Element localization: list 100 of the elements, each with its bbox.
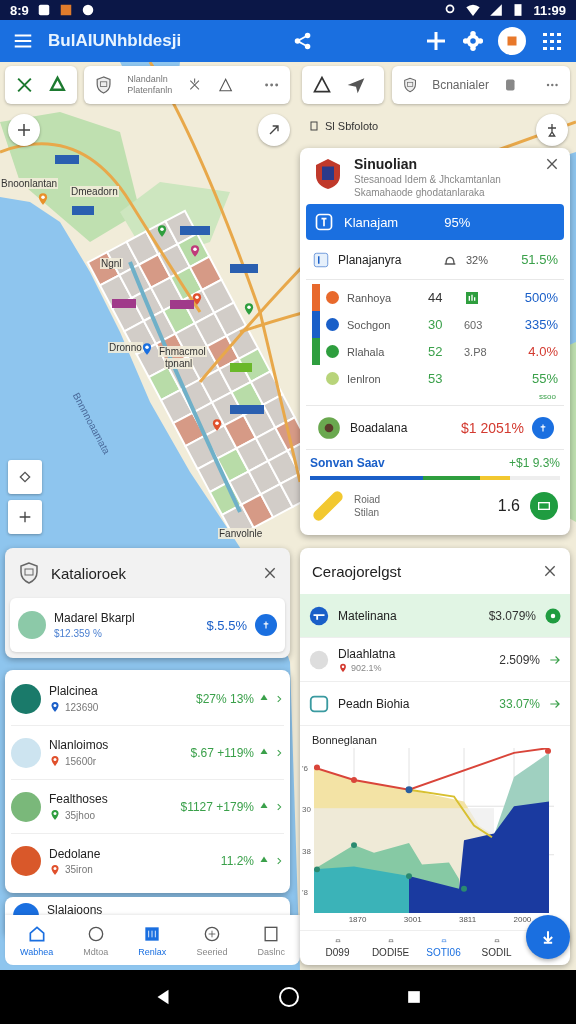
info-button[interactable] — [532, 416, 554, 439]
row-label: Rlahala — [347, 345, 386, 358]
tab[interactable]: SODIL — [473, 937, 520, 958]
row-change: 500% — [523, 290, 558, 305]
item-avatar — [11, 846, 41, 876]
tab[interactable]: DODI5E — [367, 937, 414, 958]
list-row[interactable]: Fealthoses 35jhoo $1127 +179% — [11, 780, 284, 834]
chevron-icon — [274, 856, 284, 866]
footer-value: 1.6 — [497, 496, 520, 515]
progress-value: +$1 9.3% — [508, 456, 560, 470]
road-sign — [230, 405, 264, 414]
row-label: Peadn Biohia — [338, 696, 411, 711]
detail-row[interactable]: Dlaahlatna 902.1% 2.509% — [300, 638, 570, 682]
row-count: 52 — [428, 344, 444, 359]
close-icon — [542, 563, 558, 579]
item-avatar — [11, 791, 41, 822]
chart-point — [461, 885, 467, 892]
item-sub: 35iron — [65, 864, 93, 875]
grid-button[interactable] — [530, 491, 558, 520]
item-name: Plalcinea — [49, 684, 99, 698]
map-label: Sl Sbfoloto — [324, 120, 380, 132]
item-sub: 15600r — [65, 755, 97, 767]
row-value: 95% — [444, 214, 471, 230]
zoom-in-button[interactable] — [8, 500, 42, 534]
list-row[interactable]: Nlanloimos 15600r $.67 +119% — [11, 726, 284, 780]
item-name: Slalaioons — [47, 903, 103, 917]
info-button[interactable] — [255, 614, 277, 636]
map-label: Dronno — [108, 342, 143, 353]
chart-point — [314, 764, 320, 771]
catalog-item[interactable]: Madarel Bkarpl $12.359 % $.5.5% — [10, 598, 285, 652]
shield-icon[interactable] — [402, 75, 419, 95]
item-avatar — [18, 611, 46, 639]
row-change: 51.5% — [520, 252, 558, 267]
chart-icon — [464, 289, 480, 306]
status-time: 8:9 — [10, 2, 29, 18]
row-value: $3.079% — [488, 608, 536, 623]
chart-point — [351, 777, 357, 783]
close-button[interactable] — [544, 156, 560, 172]
tab[interactable]: SOTI06 — [420, 937, 467, 958]
pill-icon — [312, 489, 344, 522]
row-change: 4.0% — [527, 344, 558, 359]
row-count: 53 — [428, 371, 444, 386]
nav-tab[interactable]: Wabhea — [20, 923, 54, 957]
row-label: Klanajam — [344, 214, 399, 230]
nav-tab[interactable]: Renlax — [138, 923, 167, 957]
map-label: Bnoonlantan — [0, 178, 59, 189]
chart-point — [351, 842, 357, 848]
nav-tab[interactable]: Daslnc — [257, 923, 285, 957]
item-value: 11.2% — [220, 854, 254, 868]
nav-tab[interactable]: Seeried — [196, 923, 228, 957]
item-value: $27% 13% — [195, 691, 254, 706]
home-icon[interactable] — [277, 985, 301, 1009]
row-icon — [308, 648, 330, 671]
detail-row[interactable]: Matelinana $3.079% — [300, 594, 570, 638]
city-block — [259, 482, 294, 519]
row-label: Planajanyra — [338, 252, 403, 267]
chart-point — [405, 786, 413, 794]
map-label: Fanvolnle — [218, 528, 264, 539]
axis-label: 3001 — [403, 915, 422, 924]
notification-icon — [36, 3, 51, 17]
row-sub: 902.1% — [351, 662, 382, 673]
list-row[interactable]: Plalcinea 123690 $27% 13% — [11, 672, 284, 726]
close-button[interactable] — [542, 563, 558, 579]
tab[interactable]: D099 — [314, 937, 361, 958]
detail-row[interactable]: Peadn Biohia 33.07% — [300, 682, 570, 726]
axis-label: '8 — [302, 887, 309, 897]
panel-subtitle: Skamahaode ghodatanlaraka — [354, 187, 486, 198]
row-change: 335% — [523, 317, 558, 332]
item-sub: $12.359 % — [54, 628, 103, 639]
city-block — [240, 492, 275, 529]
highlight-row[interactable]: Klanajam 95% — [306, 204, 564, 240]
item-name: Nlanloimos — [49, 738, 110, 752]
item-avatar — [11, 737, 41, 768]
chart-point — [545, 748, 551, 754]
add-icon[interactable] — [424, 29, 448, 53]
item-name: Fealthoses — [49, 792, 109, 806]
map-label: Fhmacmol — [158, 346, 207, 357]
shield-icon[interactable] — [94, 75, 114, 95]
triangle-icon[interactable] — [217, 76, 235, 94]
layers-button[interactable] — [8, 460, 42, 494]
road-sign — [170, 300, 194, 309]
city-block — [188, 255, 223, 292]
axis-label: 3811 — [458, 915, 477, 924]
row-icon — [308, 604, 330, 627]
list-row[interactable]: Dedolane 35iron 11.2% — [11, 834, 284, 888]
row-value: 33.07% — [499, 696, 540, 711]
avatar[interactable] — [498, 27, 526, 55]
wifi-icon — [465, 2, 482, 18]
road-sign — [55, 155, 79, 164]
settings-icon[interactable] — [462, 30, 484, 52]
card-title: Katalioroek — [51, 564, 128, 582]
signal-icon — [489, 3, 504, 17]
row-label: Matelinana — [338, 608, 398, 623]
status-clock: 11:99 — [533, 2, 566, 18]
scissors-icon[interactable] — [15, 75, 34, 95]
row-note: ssoo — [538, 392, 557, 401]
close-button[interactable] — [262, 565, 278, 581]
nav-tab[interactable]: Mdtoa — [83, 923, 109, 957]
axis-label: 1870 — [348, 915, 367, 924]
chip-text: Nlandanln Platenfanln — [127, 74, 173, 96]
